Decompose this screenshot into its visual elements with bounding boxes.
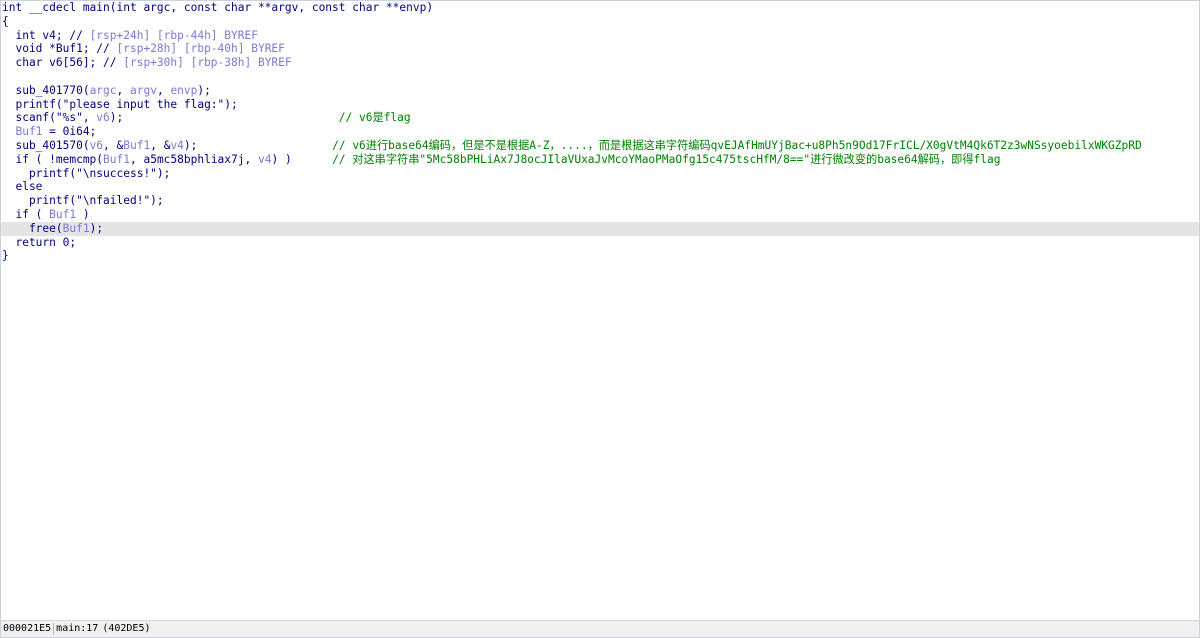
status-ea: (402DE5) <box>102 623 151 634</box>
code-token: ); <box>183 138 333 152</box>
code-token: = 0i64; <box>42 125 97 139</box>
code-token: printf( <box>2 97 63 111</box>
code-token: int v4; // <box>2 28 90 42</box>
code-token: if ( !memcmp( <box>2 152 104 166</box>
code-token: int __cdecl main(int argc, const char **… <box>2 1 434 14</box>
code-token: scanf("%s", <box>2 111 97 125</box>
code-token: void *Buf1; // <box>2 42 117 56</box>
status-address: 000021E5 <box>3 623 52 634</box>
code-identifier[interactable]: Buf1 <box>103 153 130 166</box>
code-identifier[interactable]: envp <box>170 84 197 97</box>
code-identifier[interactable]: argc <box>90 84 117 97</box>
code-identifier[interactable]: Buf1 <box>123 139 150 152</box>
code-token: "please input the flag:" <box>62 97 225 111</box>
code-token: ); <box>89 221 104 235</box>
code-line[interactable]: if ( Buf1 ) <box>1 208 1199 222</box>
code-identifier[interactable]: argv <box>130 84 157 97</box>
code-identifier[interactable]: [rsp+30h] [rbp-38h] BYREF <box>123 56 291 69</box>
code-comment: // v6是flag <box>338 111 411 125</box>
code-line[interactable]: if ( !memcmp(Buf1, a5mc58bphliax7j, v4) … <box>1 153 1199 167</box>
code-token: ); <box>224 97 238 111</box>
code-identifier[interactable]: Buf1 <box>63 222 90 235</box>
status-bar: 000021E5 main:17 (402DE5) <box>1 620 1199 637</box>
code-identifier[interactable]: [rsp+24h] [rbp-44h] BYREF <box>90 29 258 42</box>
code-token: , a5mc58bphliax7j, <box>130 152 258 166</box>
code-line[interactable]: free(Buf1); <box>1 221 1199 236</box>
code-line[interactable]: int __cdecl main(int argc, const char **… <box>1 1 1199 15</box>
code-comment: // 对这串字符串"5Mc58bPHLiAx7J8ocJIlaVUxaJvMco… <box>332 152 1001 166</box>
code-identifier[interactable]: [rsp+28h] [rbp-40h] BYREF <box>117 42 285 55</box>
code-identifier[interactable]: v4 <box>170 139 183 152</box>
status-location: main:17 <box>56 623 99 634</box>
code-token: , <box>116 83 130 97</box>
code-token: printf("\nsuccess!"); <box>2 166 171 180</box>
code-identifier[interactable]: v6 <box>96 111 109 124</box>
code-token: { <box>2 14 9 28</box>
pseudocode-view[interactable]: int __cdecl main(int argc, const char **… <box>1 1 1199 621</box>
code-line[interactable]: printf("\nfailed!"); <box>1 194 1199 208</box>
code-token: else <box>2 180 43 194</box>
code-token: printf("\nfailed!"); <box>2 194 164 208</box>
code-comment: // v6进行base64编码，但是不是根据A-Z，....，而是根据这串字符编… <box>332 138 1142 152</box>
code-line[interactable]: sub_401770(argc, argv, envp); <box>1 84 1199 98</box>
code-line[interactable]: sub_401570(v6, &Buf1, &v4); // v6进行base6… <box>1 139 1199 153</box>
code-line[interactable]: char v6[56]; // [rsp+30h] [rbp-38h] BYRE… <box>1 56 1199 70</box>
code-token: char v6[56]; // <box>2 56 124 70</box>
code-token: , & <box>150 138 171 152</box>
code-token: ); <box>197 83 211 97</box>
code-identifier[interactable]: v6 <box>90 139 103 152</box>
code-identifier[interactable]: Buf1 <box>2 125 42 138</box>
code-line[interactable]: printf("please input the flag:"); <box>1 98 1199 112</box>
code-token: ) <box>76 207 90 221</box>
code-line[interactable]: printf("\nsuccess!"); <box>1 167 1199 181</box>
code-identifier[interactable]: Buf1 <box>49 208 76 221</box>
code-token: free( <box>2 221 63 235</box>
code-token: , <box>156 83 171 97</box>
code-token: return 0; <box>2 235 77 249</box>
code-line[interactable]: void *Buf1; // [rsp+28h] [rbp-40h] BYREF <box>1 42 1199 56</box>
code-line[interactable] <box>1 70 1199 84</box>
code-token: if ( <box>2 207 50 221</box>
code-line[interactable]: return 0; <box>1 236 1199 250</box>
code-token: ) ) <box>271 152 333 166</box>
code-line[interactable]: int v4; // [rsp+24h] [rbp-44h] BYREF <box>1 29 1199 43</box>
code-line[interactable]: Buf1 = 0i64; <box>1 125 1199 139</box>
code-token: ); <box>109 111 339 125</box>
code-token: } <box>2 249 9 263</box>
code-token: sub_401570( <box>2 138 90 152</box>
code-line[interactable]: scanf("%s", v6); // v6是flag <box>1 111 1199 125</box>
code-line[interactable]: else <box>1 180 1199 194</box>
code-line[interactable]: } <box>1 249 1199 263</box>
code-token: sub_401770( <box>2 83 90 97</box>
code-identifier[interactable]: v4 <box>258 153 271 166</box>
code-line[interactable]: { <box>1 15 1199 29</box>
pseudocode-window[interactable]: int __cdecl main(int argc, const char **… <box>0 0 1200 638</box>
code-token: , & <box>103 138 124 152</box>
